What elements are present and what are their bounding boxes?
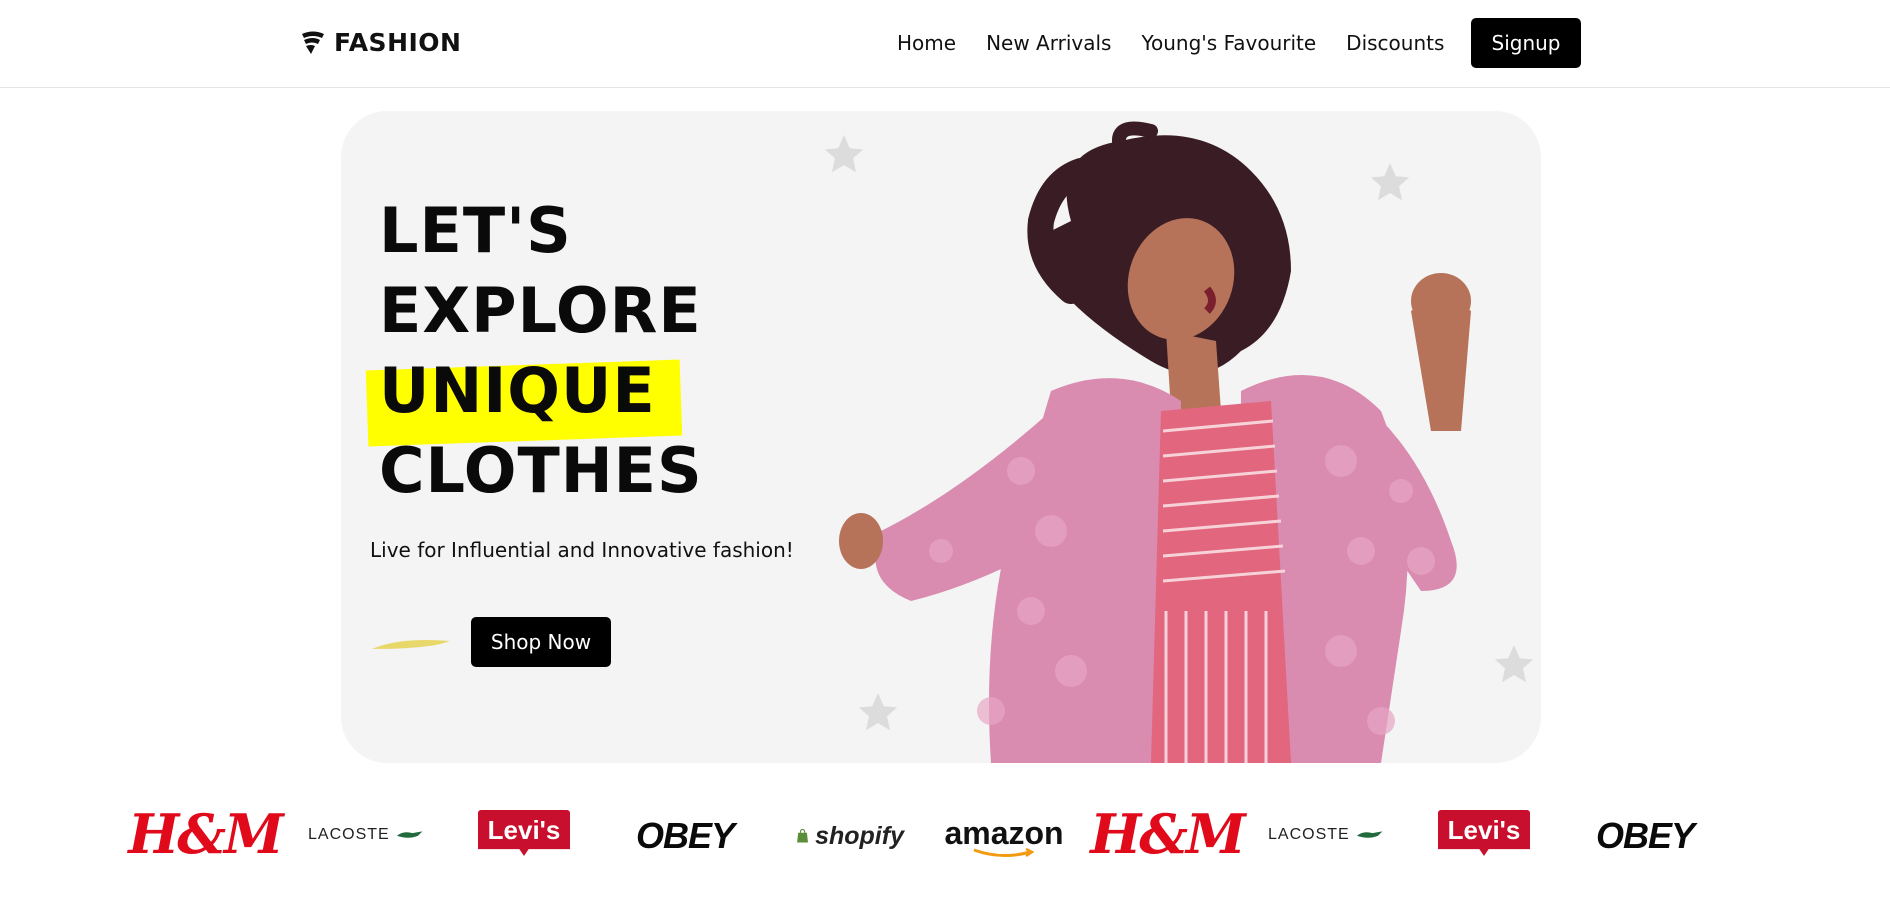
shopping-bag-icon [797,828,809,843]
headline-line: CLOTHES [379,434,703,507]
logo-icon [302,31,324,54]
logo[interactable]: FASHION [300,28,461,57]
nav-discounts[interactable]: Discounts [1346,28,1444,58]
hero-headline: LET'S EXPLORE UNIQUE CLOTHES [365,191,703,511]
brand-logo-strip: H&M LACOSTE Levi's OBEY shopify amazon H… [0,800,1890,880]
hero-tagline: Live for Influential and Innovative fash… [370,538,794,562]
brand-logo-amazon[interactable]: amazon [944,814,1064,864]
nav-youngs-favourite[interactable]: Young's Favourite [1141,28,1316,58]
signup-button[interactable]: Signup [1471,18,1581,68]
main-nav: Home New Arrivals Young's Favourite Disc… [897,28,1444,58]
nav-home[interactable]: Home [897,28,956,58]
hero-banner: LET'S EXPLORE UNIQUE CLOTHES Live for In… [341,111,1541,763]
nav-new-arrivals[interactable]: New Arrivals [986,28,1111,58]
crocodile-icon [1356,831,1383,838]
hero-model-image [839,121,1471,763]
brand-logo-text: amazon [944,815,1064,851]
brand-logo-hm[interactable]: H&M [128,802,284,866]
brand-logo-levis[interactable]: Levi's [1438,810,1530,856]
brand-logo-obey[interactable]: OBEY [636,812,735,860]
brand-logo-text: LACOSTE [308,826,390,843]
brand-logo-text: LACOSTE [1268,826,1350,843]
brand-logo-levis[interactable]: Levi's [478,810,570,856]
logo-text: FASHION [334,28,462,57]
brand-logo-hm[interactable]: H&M [1090,802,1246,866]
smile-arrow-icon [973,848,1035,858]
brand-logo-text: shopify [815,821,904,850]
headline-line: EXPLORE [379,274,702,347]
headline-line-text: UNIQUE [379,354,656,427]
headline-line-highlighted: UNIQUE [365,351,703,447]
brand-logo-obey[interactable]: OBEY [1596,812,1695,860]
brand-logo-lacoste[interactable]: LACOSTE [1268,820,1383,850]
shop-now-button[interactable]: Shop Now [471,617,611,667]
crocodile-icon [396,831,423,838]
headline-line: LET'S [379,194,572,267]
brush-stroke-icon [372,640,450,649]
brand-logo-shopify[interactable]: shopify [796,812,904,860]
brand-logo-lacoste[interactable]: LACOSTE [308,820,423,850]
site-header: FASHION Home New Arrivals Young's Favour… [0,0,1890,88]
